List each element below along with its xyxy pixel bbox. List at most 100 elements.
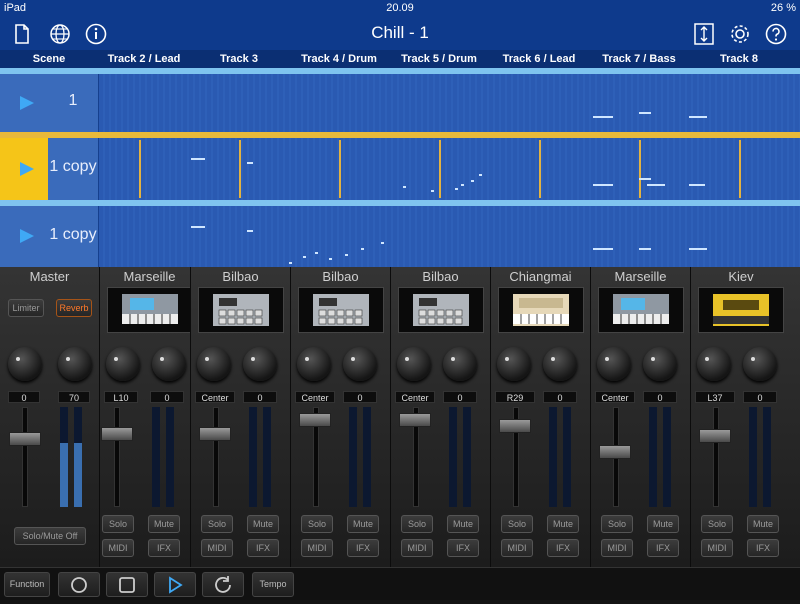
track-header-3[interactable]: Track 3 xyxy=(190,50,288,68)
track-header-2[interactable]: Track 2 / Lead xyxy=(99,50,189,68)
level-meter xyxy=(749,407,757,507)
ifx-button[interactable]: IFX xyxy=(247,539,279,557)
midi-button[interactable]: MIDI xyxy=(102,539,134,557)
pan-value: Center xyxy=(395,391,435,403)
gear-icon[interactable] xyxy=(728,22,752,46)
pan-knob[interactable] xyxy=(197,347,231,381)
solo-button[interactable]: Solo xyxy=(501,515,533,533)
track-fader[interactable] xyxy=(199,427,231,441)
track-fader[interactable] xyxy=(101,427,133,441)
stop-icon xyxy=(119,577,135,593)
solo-button[interactable]: Solo xyxy=(201,515,233,533)
tempo-button[interactable]: Tempo xyxy=(252,572,294,597)
mute-button[interactable]: Mute xyxy=(447,515,479,533)
mute-button[interactable]: Mute xyxy=(347,515,379,533)
limiter-button[interactable]: Limiter xyxy=(8,299,44,317)
resize-icon[interactable] xyxy=(692,22,716,46)
solo-mute-off-button[interactable]: Solo/Mute Off xyxy=(14,527,86,545)
loop-button[interactable] xyxy=(202,572,244,597)
synth-thumbnail[interactable] xyxy=(298,287,384,333)
master-knob-1[interactable] xyxy=(8,347,42,381)
ifx-button[interactable]: IFX xyxy=(347,539,379,557)
volume-knob[interactable] xyxy=(343,347,377,381)
track-header-6[interactable]: Track 6 / Lead xyxy=(490,50,588,68)
track-fader[interactable] xyxy=(699,429,731,443)
synth-thumbnail[interactable] xyxy=(498,287,584,333)
clip-row-3[interactable] xyxy=(99,206,800,267)
synth-thumbnail[interactable] xyxy=(398,287,484,333)
solo-button[interactable]: Solo xyxy=(301,515,333,533)
track-header-4[interactable]: Track 4 / Drum xyxy=(290,50,388,68)
volume-value: 0 xyxy=(543,391,577,403)
pan-knob[interactable] xyxy=(697,347,731,381)
mute-button[interactable]: Mute xyxy=(747,515,779,533)
function-button[interactable]: Function xyxy=(4,572,50,597)
play-button[interactable] xyxy=(154,572,196,597)
midi-button[interactable]: MIDI xyxy=(401,539,433,557)
scene-row-2[interactable]: 1 copy xyxy=(0,138,98,200)
scene-row-3[interactable]: 1 copy xyxy=(0,206,98,267)
mute-button[interactable]: Mute xyxy=(247,515,279,533)
volume-knob[interactable] xyxy=(243,347,277,381)
master-value-1: 0 xyxy=(8,391,40,403)
midi-button[interactable]: MIDI xyxy=(601,539,633,557)
ifx-button[interactable]: IFX xyxy=(547,539,579,557)
track-fader[interactable] xyxy=(399,413,431,427)
play-icon[interactable] xyxy=(0,154,48,184)
clip-row-2[interactable] xyxy=(99,138,800,200)
scene-row-1[interactable]: 1 xyxy=(0,74,98,132)
pan-knob[interactable] xyxy=(297,347,331,381)
mute-button[interactable]: Mute xyxy=(647,515,679,533)
track-fader[interactable] xyxy=(599,445,631,459)
level-meter xyxy=(249,407,257,507)
midi-button[interactable]: MIDI xyxy=(201,539,233,557)
track-fader[interactable] xyxy=(499,419,531,433)
stop-button[interactable] xyxy=(106,572,148,597)
play-icon[interactable] xyxy=(0,221,48,251)
midi-button[interactable]: MIDI xyxy=(701,539,733,557)
master-fader[interactable] xyxy=(9,432,41,446)
help-icon[interactable] xyxy=(764,22,788,46)
synth-thumbnail[interactable] xyxy=(198,287,284,333)
record-button[interactable] xyxy=(58,572,100,597)
solo-button[interactable]: Solo xyxy=(601,515,633,533)
ifx-button[interactable]: IFX xyxy=(447,539,479,557)
pan-knob[interactable] xyxy=(397,347,431,381)
solo-button[interactable]: Solo xyxy=(102,515,134,533)
track-header-8[interactable]: Track 8 xyxy=(690,50,788,68)
pan-knob[interactable] xyxy=(106,347,140,381)
volume-knob[interactable] xyxy=(152,347,186,381)
track-header-7[interactable]: Track 7 / Bass xyxy=(590,50,688,68)
level-meter xyxy=(649,407,657,507)
synth-thumbnail[interactable] xyxy=(598,287,684,333)
pan-knob[interactable] xyxy=(597,347,631,381)
synth-thumbnail[interactable] xyxy=(107,287,193,333)
midi-button[interactable]: MIDI xyxy=(501,539,533,557)
mute-button[interactable]: Mute xyxy=(148,515,180,533)
instrument-name: Marseille xyxy=(614,269,667,284)
ifx-button[interactable]: IFX xyxy=(747,539,779,557)
midi-button[interactable]: MIDI xyxy=(301,539,333,557)
pan-knob[interactable] xyxy=(497,347,531,381)
track-header-5[interactable]: Track 5 / Drum xyxy=(390,50,488,68)
master-meter xyxy=(74,407,82,507)
instrument-name: Kiev xyxy=(728,269,754,284)
play-icon[interactable] xyxy=(0,88,48,118)
clip-grid: 1 1 copy 1 copy xyxy=(0,68,800,267)
clip-row-1[interactable] xyxy=(99,74,800,132)
mute-button[interactable]: Mute xyxy=(547,515,579,533)
ifx-button[interactable]: IFX xyxy=(647,539,679,557)
pan-value: L10 xyxy=(104,391,138,403)
volume-knob[interactable] xyxy=(543,347,577,381)
volume-knob[interactable] xyxy=(443,347,477,381)
master-knob-2[interactable] xyxy=(58,347,92,381)
reverb-button[interactable]: Reverb xyxy=(56,299,92,317)
solo-button[interactable]: Solo xyxy=(701,515,733,533)
mixer-strip-2: Marseille L10 0 Solo Mute MIDI IFX xyxy=(99,267,199,567)
volume-knob[interactable] xyxy=(643,347,677,381)
track-fader[interactable] xyxy=(299,413,331,427)
synth-thumbnail[interactable] xyxy=(698,287,784,333)
ifx-button[interactable]: IFX xyxy=(148,539,180,557)
solo-button[interactable]: Solo xyxy=(401,515,433,533)
volume-knob[interactable] xyxy=(743,347,777,381)
